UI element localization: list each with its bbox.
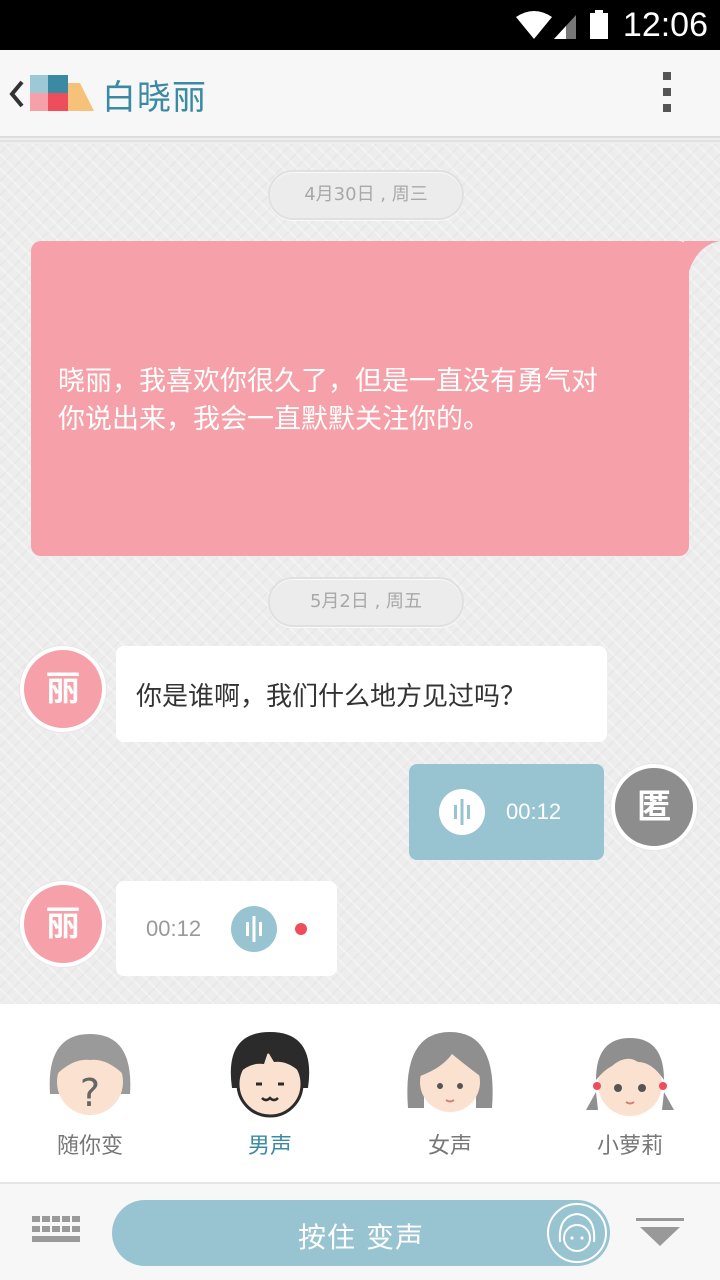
received-voice-bubble[interactable]: 00:12 [116,881,337,976]
wifi-icon [516,11,552,39]
mystery-face-icon: ? [49,1034,131,1115]
unread-dot [295,923,307,935]
voice-duration: 00:12 [146,916,202,941]
hold-to-talk-label: 按住 变声 [298,1221,424,1254]
voice-option-label: 随你变 [56,1134,123,1159]
status-bar: 12:06 [0,0,720,50]
svg-text:?: ? [80,1071,100,1115]
voice-option-label: 女声 [427,1134,472,1159]
battery-icon [590,10,608,39]
sent-voice-bubble[interactable]: 00:12 [409,764,604,860]
male-face-icon [230,1032,310,1118]
avatar[interactable]: 丽 [20,881,106,967]
received-text-bubble[interactable]: 你是谁啊，我们什么地方见过吗？ [116,646,607,742]
collapse-panel-icon[interactable] [636,1218,684,1248]
female-face-icon [407,1032,493,1112]
app-logo [30,75,94,111]
back-icon[interactable] [6,74,26,114]
voice-changer-panel: ? 随你变 男声 女声 小萝莉 [0,1004,720,1182]
keyboard-icon[interactable] [32,1216,80,1244]
card-tail [684,241,720,271]
date-divider: 4月30日 , 周三 [268,170,464,220]
voice-play-icon[interactable] [439,789,485,835]
contact-name: 白晓丽 [102,78,207,118]
chat-area[interactable]: 4月30日 , 周三 晓丽，我喜欢你很久了，但是一直没有勇气对你说出来，我会一直… [0,144,720,1004]
input-bar: 按住 变声 [0,1182,720,1280]
voice-duration: 00:12 [506,799,562,824]
little-girl-face-icon [586,1038,674,1116]
voice-option-label: 男声 [247,1134,292,1159]
overflow-menu-icon[interactable] [660,72,674,116]
voice-option-male[interactable]: 男声 [210,1024,330,1160]
avatar[interactable]: 匿 [611,764,697,850]
cell-signal-icon [554,15,576,39]
clock: 12:06 [622,6,708,44]
chat-header: 白晓丽 [0,50,720,142]
signal-icons [516,10,608,39]
date-divider: 5月2日 , 周五 [268,577,464,627]
voice-option-little-girl[interactable]: 小萝莉 [570,1024,690,1160]
message-text: 你是谁啊，我们什么地方见过吗？ [136,682,527,712]
voice-face-icon [547,1203,607,1263]
voice-option-female[interactable]: 女声 [390,1024,510,1160]
voice-option-label: 小萝莉 [596,1134,663,1159]
voice-option-random[interactable]: ? 随你变 [30,1024,150,1160]
card-message-text: 晓丽，我喜欢你很久了，但是一直没有勇气对你说出来，我会一直默默关注你的。 [58,366,598,435]
voice-play-icon[interactable] [231,906,277,952]
avatar[interactable]: 丽 [20,646,106,732]
hold-to-talk-button[interactable]: 按住 变声 [112,1200,610,1266]
